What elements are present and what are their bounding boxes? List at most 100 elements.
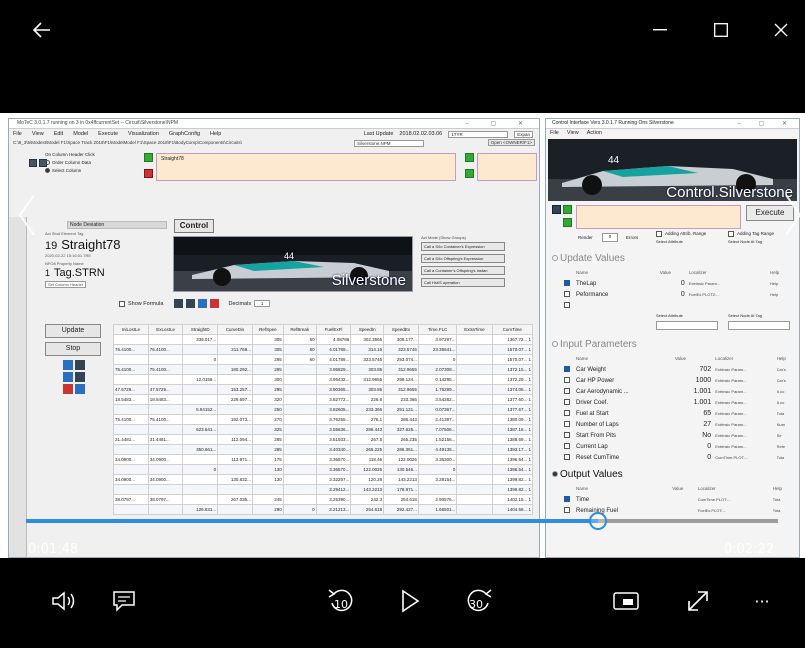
adding-tag-range[interactable]: Adding Tag Range <box>728 231 774 237</box>
param-row[interactable]: Driver Coef. 1.001 Extrinsic Param... A co <box>564 397 794 408</box>
table-cell[interactable]: 305.177... <box>383 334 419 345</box>
table-cell[interactable] <box>147 504 184 515</box>
grid-icon-2[interactable] <box>552 205 561 214</box>
param-checkbox[interactable] <box>564 397 576 408</box>
table-cell[interactable] <box>456 394 493 405</box>
param-value[interactable] <box>672 494 698 505</box>
table-cell[interactable]: 75.4100... <box>113 364 149 375</box>
table-cell[interactable] <box>282 424 317 435</box>
more-icon[interactable]: ··· <box>742 581 782 621</box>
table-cell[interactable]: 312.9655 <box>383 364 419 375</box>
table-cell[interactable]: 267.5 <box>350 434 385 445</box>
table-cell[interactable] <box>282 464 317 475</box>
adding-attr-range[interactable]: Adding Attrib. Range <box>656 231 706 237</box>
table-cell[interactable]: 130.546... <box>383 464 419 475</box>
table-cell[interactable]: 3.21213... <box>315 504 352 515</box>
param-row[interactable]: Number of Laps 27 Extrinsic Param... Num <box>564 419 794 430</box>
table-cell[interactable]: 0.14295... <box>417 374 458 385</box>
checkbox-icon[interactable] <box>564 388 570 395</box>
table-cell[interactable]: 305 <box>251 334 284 345</box>
control-formula[interactable] <box>576 205 741 229</box>
param-checkbox[interactable] <box>564 505 576 516</box>
table-cell[interactable]: 4.01789... <box>315 344 352 355</box>
table-cell[interactable] <box>217 424 253 435</box>
table-cell[interactable]: 336.017... <box>182 334 219 345</box>
table-cell[interactable] <box>282 384 317 395</box>
table-cell[interactable] <box>217 464 253 475</box>
table-cell[interactable] <box>147 354 184 365</box>
table-cell[interactable] <box>182 344 219 355</box>
table-cell[interactable]: 60 <box>282 344 317 355</box>
close-icon[interactable] <box>765 14 797 46</box>
grid-icon[interactable] <box>29 159 37 167</box>
table-cell[interactable]: 1380.09... 1 <box>491 414 534 425</box>
table-cell[interactable] <box>456 504 493 515</box>
table-cell[interactable] <box>217 374 253 385</box>
param-row[interactable]: Current Lap 0 Extrinsic Param... Refe <box>564 441 794 452</box>
table-cell[interactable] <box>282 394 317 405</box>
table-cell[interactable]: 1367.72... 1 <box>491 334 534 345</box>
checkbox-icon[interactable] <box>564 454 570 461</box>
table-cell[interactable] <box>456 344 493 355</box>
table-row[interactable]: 126.631... 290 0 3.21213... 254.618 292.427..… <box>113 504 534 515</box>
table-cell[interactable] <box>147 404 184 415</box>
table-cell[interactable]: 0 <box>182 464 219 475</box>
decimals-input[interactable]: 1 <box>254 300 271 307</box>
param-row[interactable]: Time CumTime.PLOT:... Tota <box>564 494 794 505</box>
column-header[interactable]: RefSpee <box>251 324 284 335</box>
table-cell[interactable]: 113.971... <box>217 454 253 465</box>
expand-select[interactable]: Expan <box>514 130 533 138</box>
table-cell[interactable]: 4.01789... <box>315 354 352 365</box>
table-cell[interactable]: 0 <box>182 354 219 365</box>
table-cell[interactable]: 1.52156... <box>417 434 458 445</box>
table-cell[interactable] <box>417 484 458 495</box>
table-cell[interactable] <box>113 504 149 515</box>
table-cell[interactable]: 5.84152... <box>182 404 219 415</box>
column-header[interactable]: Time.FLC <box>417 324 458 335</box>
table-cell[interactable]: 3.29412... <box>315 484 352 495</box>
output-values-section[interactable]: Output Values <box>546 469 799 483</box>
param-checkbox[interactable] <box>564 419 576 430</box>
table-cell[interactable] <box>147 464 184 475</box>
table-cell[interactable] <box>147 484 184 495</box>
table-cell[interactable]: 38.0797... <box>147 494 184 505</box>
param-value[interactable]: 65 <box>675 408 715 419</box>
previous-arrow-icon[interactable] <box>14 193 40 253</box>
menu-graphconfig[interactable]: GraphConfig <box>169 131 200 137</box>
table-cell[interactable] <box>456 334 493 345</box>
table-row[interactable]: 0 130 3.36570... 122.0026 130.546... 0 1396.54… <box>113 464 534 475</box>
table-cell[interactable]: 299.124... <box>383 374 419 385</box>
table-cell[interactable] <box>282 374 317 385</box>
attr-select[interactable] <box>656 321 718 330</box>
table-row[interactable]: 0 295 60 4.01789... 323.5745 293.074... 0 1570.… <box>113 354 534 365</box>
next-arrow-icon[interactable] <box>780 193 805 253</box>
table-cell[interactable] <box>456 464 493 475</box>
table-cell[interactable]: 1393.17... 1 <box>491 444 534 455</box>
column-header[interactable]: SpeedEx <box>383 324 419 335</box>
table-cell[interactable] <box>456 444 493 455</box>
table-cell[interactable]: 2.41397... <box>417 414 458 425</box>
checkbox-icon[interactable] <box>564 507 570 514</box>
checkbox-icon[interactable] <box>564 302 570 309</box>
play-icon[interactable] <box>390 581 430 621</box>
param-value[interactable] <box>672 505 698 516</box>
captions-icon[interactable] <box>104 581 144 621</box>
volume-icon[interactable] <box>44 581 84 621</box>
table-cell[interactable]: 3.28154... <box>417 474 458 485</box>
param-checkbox[interactable] <box>564 278 576 289</box>
table-cell[interactable]: 34.0900... <box>147 454 184 465</box>
param-checkbox[interactable] <box>564 494 576 505</box>
table-cell[interactable]: 7.07506... <box>417 424 458 435</box>
table-cell[interactable] <box>456 484 493 495</box>
column-header[interactable]: IniLostLe <box>113 324 149 335</box>
table-cell[interactable]: 285 <box>251 434 284 445</box>
table-cell[interactable] <box>456 414 493 425</box>
table-cell[interactable]: 292.427... <box>383 504 419 515</box>
table-cell[interactable]: 3.36570... <box>315 454 352 465</box>
checkbox-icon[interactable] <box>564 432 570 439</box>
param-row[interactable] <box>564 300 794 311</box>
table-cell[interactable]: 325 <box>251 424 284 435</box>
table-cell[interactable] <box>182 394 219 405</box>
table-cell[interactable]: 76.4100... <box>147 344 184 355</box>
table-row[interactable]: 5.84152... 250 3.82605... 233.366 251.121...… <box>113 404 534 415</box>
